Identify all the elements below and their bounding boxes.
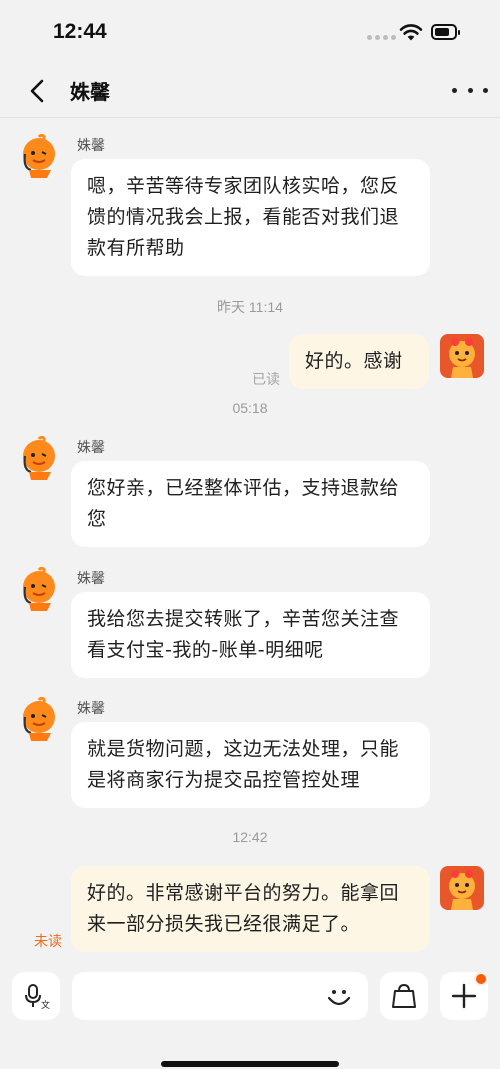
timestamp: 12:42: [232, 829, 268, 845]
message-bubble[interactable]: 嗯，辛苦等待专家团队核实哈，您反馈的情况我会上报，看能否对我们退款有所帮助: [71, 159, 430, 276]
user-avatar[interactable]: [440, 334, 484, 378]
nav-bar: 姝馨: [0, 64, 500, 118]
agent-avatar[interactable]: [17, 567, 61, 611]
back-button[interactable]: [22, 76, 52, 106]
sender-name: 姝馨: [77, 571, 105, 587]
sender-name: 姝馨: [77, 440, 105, 456]
sender-name: 姝馨: [77, 701, 105, 717]
battery-icon: [431, 24, 460, 40]
unread-status: 未读: [34, 934, 62, 950]
status-bar: 12:44: [0, 0, 500, 64]
timestamp: 05:18: [232, 400, 268, 416]
signal-icon: [367, 35, 396, 40]
message-bubble[interactable]: 您好亲，已经整体评估，支持退款给您: [71, 461, 430, 547]
plus-icon: [451, 983, 477, 1009]
sender-name: 姝馨: [77, 138, 105, 154]
read-status: 已读: [252, 372, 280, 388]
more-button[interactable]: [452, 78, 488, 102]
voice-button[interactable]: 文: [12, 972, 60, 1020]
message-bubble[interactable]: 我给您去提交转账了，辛苦您关注查看支付宝-我的-账单-明细呢: [71, 592, 430, 678]
svg-text:文: 文: [41, 999, 50, 1010]
user-avatar-icon: [449, 870, 475, 910]
user-avatar[interactable]: [440, 866, 484, 910]
wifi-icon: [399, 24, 423, 41]
emoji-icon[interactable]: [324, 982, 354, 1012]
user-avatar-icon: [449, 338, 475, 378]
agent-avatar[interactable]: [17, 697, 61, 741]
my-message-bubble[interactable]: 好的。非常感谢平台的努力。能拿回来一部分损失我已经很满足了。: [71, 866, 430, 952]
notification-dot: [474, 972, 488, 986]
timestamp: 昨天 11:14: [217, 299, 283, 315]
order-button[interactable]: [380, 972, 428, 1020]
message-bubble[interactable]: 就是货物问题，这边无法处理，只能是将商家行为提交品控管控处理: [71, 722, 430, 808]
agent-avatar[interactable]: [17, 436, 61, 480]
shopping-bag-icon: [392, 983, 416, 1008]
voice-icon: 文: [25, 984, 50, 1010]
input-bar: 文: [0, 962, 500, 1069]
more-icon: [452, 87, 457, 93]
agent-avatar[interactable]: [17, 134, 61, 178]
status-time: 12:44: [53, 20, 107, 43]
home-indicator: [161, 1061, 339, 1067]
my-message-bubble[interactable]: 好的。感谢: [289, 334, 429, 389]
chat-title: 姝馨: [70, 80, 110, 104]
back-arrow-icon: [30, 79, 44, 103]
